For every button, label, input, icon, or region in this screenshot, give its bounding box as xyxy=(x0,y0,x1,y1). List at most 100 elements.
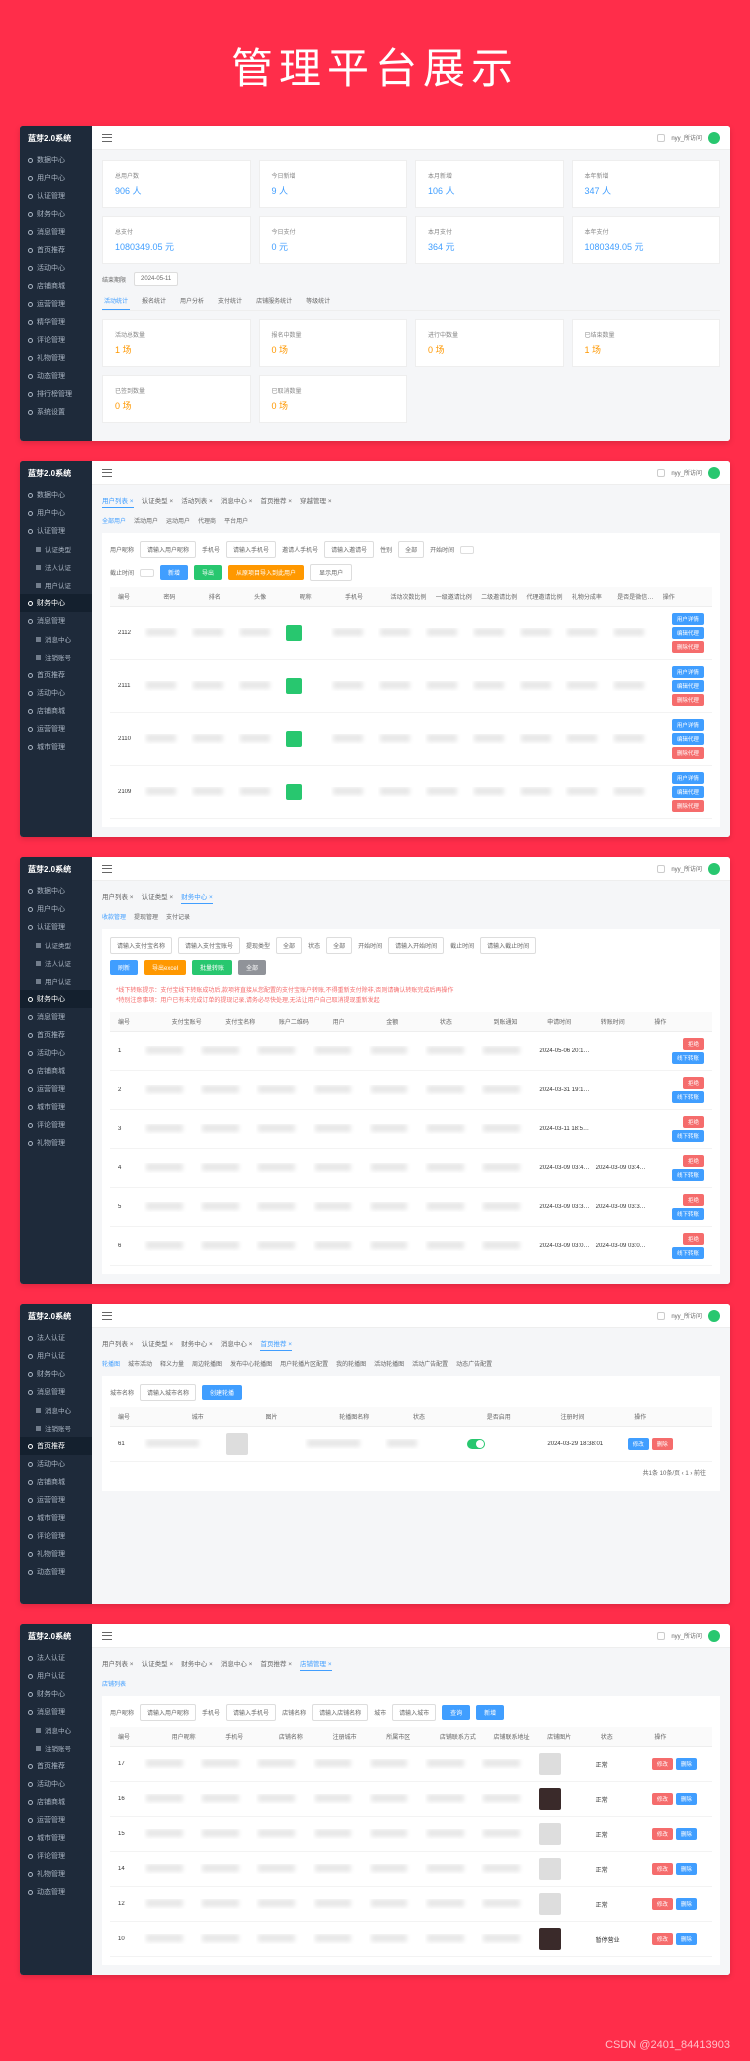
end-input[interactable] xyxy=(140,569,154,577)
sidebar-item[interactable]: 活动中心 xyxy=(20,684,92,702)
op-button[interactable]: 删除代理 xyxy=(672,694,704,706)
avatar[interactable] xyxy=(708,863,720,875)
breadcrumb-tab[interactable]: 消息中心 × xyxy=(221,1658,253,1671)
sidebar-item[interactable]: 认证管理 xyxy=(20,522,92,540)
sidebar-item[interactable]: 财务中心 xyxy=(20,205,92,223)
sidebar-item[interactable]: 用户认证 xyxy=(20,1667,92,1685)
nickname-input[interactable]: 请输入用户昵称 xyxy=(140,1704,196,1721)
new-button[interactable]: 新增 xyxy=(160,565,188,580)
op-button[interactable]: 编辑代理 xyxy=(672,733,704,745)
op-button[interactable]: 修改 xyxy=(652,1758,673,1770)
tab-item[interactable]: 店铺服务统计 xyxy=(254,292,294,310)
op-button[interactable]: 线下转账 xyxy=(672,1052,704,1064)
tab-item[interactable]: 支付统计 xyxy=(216,292,244,310)
sub-tab[interactable]: 平台用户 xyxy=(224,516,248,525)
op-button[interactable]: 删除 xyxy=(676,1898,697,1910)
menu-toggle-icon[interactable] xyxy=(102,469,112,477)
sidebar-item[interactable]: 动态管理 xyxy=(20,367,92,385)
sub-tab[interactable]: 店铺列表 xyxy=(102,1679,126,1688)
op-button[interactable]: 删除 xyxy=(676,1793,697,1805)
sidebar-item[interactable]: 消息中心 xyxy=(20,1401,92,1419)
new-button[interactable]: 新增 xyxy=(476,1705,504,1720)
breadcrumb-tab[interactable]: 财务中心 × xyxy=(181,1338,213,1351)
sidebar-item[interactable]: 财务中心 xyxy=(20,594,92,612)
sidebar-item[interactable]: 店铺商城 xyxy=(20,1793,92,1811)
sidebar-item[interactable]: 法人认证 xyxy=(20,558,92,576)
city-input[interactable]: 请输入城市名称 xyxy=(140,1384,196,1401)
sidebar-item[interactable]: 评论管理 xyxy=(20,1116,92,1134)
op-button[interactable]: 删除代理 xyxy=(672,747,704,759)
sidebar-item[interactable]: 店铺商城 xyxy=(20,702,92,720)
op-button[interactable]: 拒绝 xyxy=(683,1233,704,1245)
op-button[interactable]: 拒绝 xyxy=(683,1077,704,1089)
bell-icon[interactable] xyxy=(657,134,665,142)
export-button[interactable]: 导出 xyxy=(194,565,222,580)
sidebar-item[interactable]: 消息管理 xyxy=(20,612,92,630)
breadcrumb-tab[interactable]: 穿越管理 × xyxy=(300,495,332,508)
sidebar-item[interactable]: 法人认证 xyxy=(20,1649,92,1667)
city-input[interactable]: 请输入城市 xyxy=(392,1704,436,1721)
sidebar-item[interactable]: 消息管理 xyxy=(20,1008,92,1026)
op-button[interactable]: 拒绝 xyxy=(683,1194,704,1206)
phone-input[interactable]: 请输入手机号 xyxy=(226,1704,276,1721)
create-button[interactable]: 创建轮播 xyxy=(202,1385,242,1400)
breadcrumb-tab[interactable]: 认证类型 × xyxy=(142,1658,174,1671)
menu-toggle-icon[interactable] xyxy=(102,134,112,142)
toggle-switch[interactable] xyxy=(467,1439,485,1449)
sidebar-item[interactable]: 评论管理 xyxy=(20,331,92,349)
breadcrumb-tab[interactable]: 消息中心 × xyxy=(221,495,253,508)
menu-toggle-icon[interactable] xyxy=(102,865,112,873)
sidebar-item[interactable]: 数据中心 xyxy=(20,486,92,504)
breadcrumb-tab[interactable]: 首页推荐 × xyxy=(260,1338,292,1351)
avatar[interactable] xyxy=(708,1630,720,1642)
sidebar-item[interactable]: 城市管理 xyxy=(20,1098,92,1116)
breadcrumb-tab[interactable]: 首页推荐 × xyxy=(260,495,292,508)
sub-tab[interactable]: 运动用户 xyxy=(166,516,190,525)
tab-item[interactable]: 用户分析 xyxy=(178,292,206,310)
sidebar-item[interactable]: 运营管理 xyxy=(20,1491,92,1509)
payacc-input[interactable]: 请输入支付宝账号 xyxy=(178,937,240,954)
phone-input[interactable]: 请输入手机号 xyxy=(226,541,276,558)
sub-tab[interactable]: 提现管理 xyxy=(134,912,158,921)
sidebar-item[interactable]: 认证类型 xyxy=(20,936,92,954)
op-button[interactable]: 修改 xyxy=(652,1898,673,1910)
op-button[interactable]: 删除 xyxy=(676,1828,697,1840)
breadcrumb-tab[interactable]: 消息中心 × xyxy=(221,1338,253,1351)
sidebar-item[interactable]: 店铺商城 xyxy=(20,277,92,295)
gender-select[interactable]: 全部 xyxy=(398,541,424,558)
sidebar-item[interactable]: 活动中心 xyxy=(20,1455,92,1473)
sidebar-item[interactable]: 财务中心 xyxy=(20,1365,92,1383)
query-button[interactable]: 查询 xyxy=(442,1705,470,1720)
withdraw-select[interactable]: 全部 xyxy=(276,937,302,954)
bell-icon[interactable] xyxy=(657,1632,665,1640)
tab-item[interactable]: 活动统计 xyxy=(102,292,130,310)
sidebar-item[interactable]: 用户中心 xyxy=(20,504,92,522)
sidebar-item[interactable]: 动态管理 xyxy=(20,1883,92,1901)
op-button[interactable]: 删除代理 xyxy=(672,641,704,653)
menu-toggle-icon[interactable] xyxy=(102,1312,112,1320)
sidebar-item[interactable]: 首页推荐 xyxy=(20,1026,92,1044)
sub-tab[interactable]: 我的轮播图 xyxy=(336,1359,366,1368)
sub-tab[interactable]: 支付记录 xyxy=(166,912,190,921)
sidebar-item[interactable]: 运营管理 xyxy=(20,295,92,313)
breadcrumb-tab[interactable]: 财务中心 × xyxy=(181,1658,213,1671)
op-button[interactable]: 线下转账 xyxy=(672,1130,704,1142)
sub-tab[interactable]: 释义力量 xyxy=(160,1359,184,1368)
breadcrumb-tab[interactable]: 认证类型 × xyxy=(142,1338,174,1351)
sidebar-item[interactable]: 店铺商城 xyxy=(20,1062,92,1080)
sidebar-item[interactable]: 动态管理 xyxy=(20,1563,92,1581)
op-button[interactable]: 删除代理 xyxy=(672,800,704,812)
import-button[interactable]: 从原项目导入到此用户 xyxy=(228,565,304,580)
status-select[interactable]: 全部 xyxy=(326,937,352,954)
payname-input[interactable]: 请输入支付宝名称 xyxy=(110,937,172,954)
date-input[interactable]: 2024-05-11 xyxy=(134,272,178,286)
op-button[interactable]: 线下转账 xyxy=(672,1247,704,1259)
op-button[interactable]: 用户详情 xyxy=(672,666,704,678)
sidebar-item[interactable]: 消息管理 xyxy=(20,1703,92,1721)
sidebar-item[interactable]: 注销账号 xyxy=(20,648,92,666)
sub-tab[interactable]: 活动轮播图 xyxy=(374,1359,404,1368)
op-button[interactable]: 拒绝 xyxy=(683,1038,704,1050)
refresh-button[interactable]: 刷新 xyxy=(110,960,138,975)
edit-button[interactable]: 修改 xyxy=(628,1438,649,1450)
breadcrumb-tab[interactable]: 用户列表 × xyxy=(102,1658,134,1671)
